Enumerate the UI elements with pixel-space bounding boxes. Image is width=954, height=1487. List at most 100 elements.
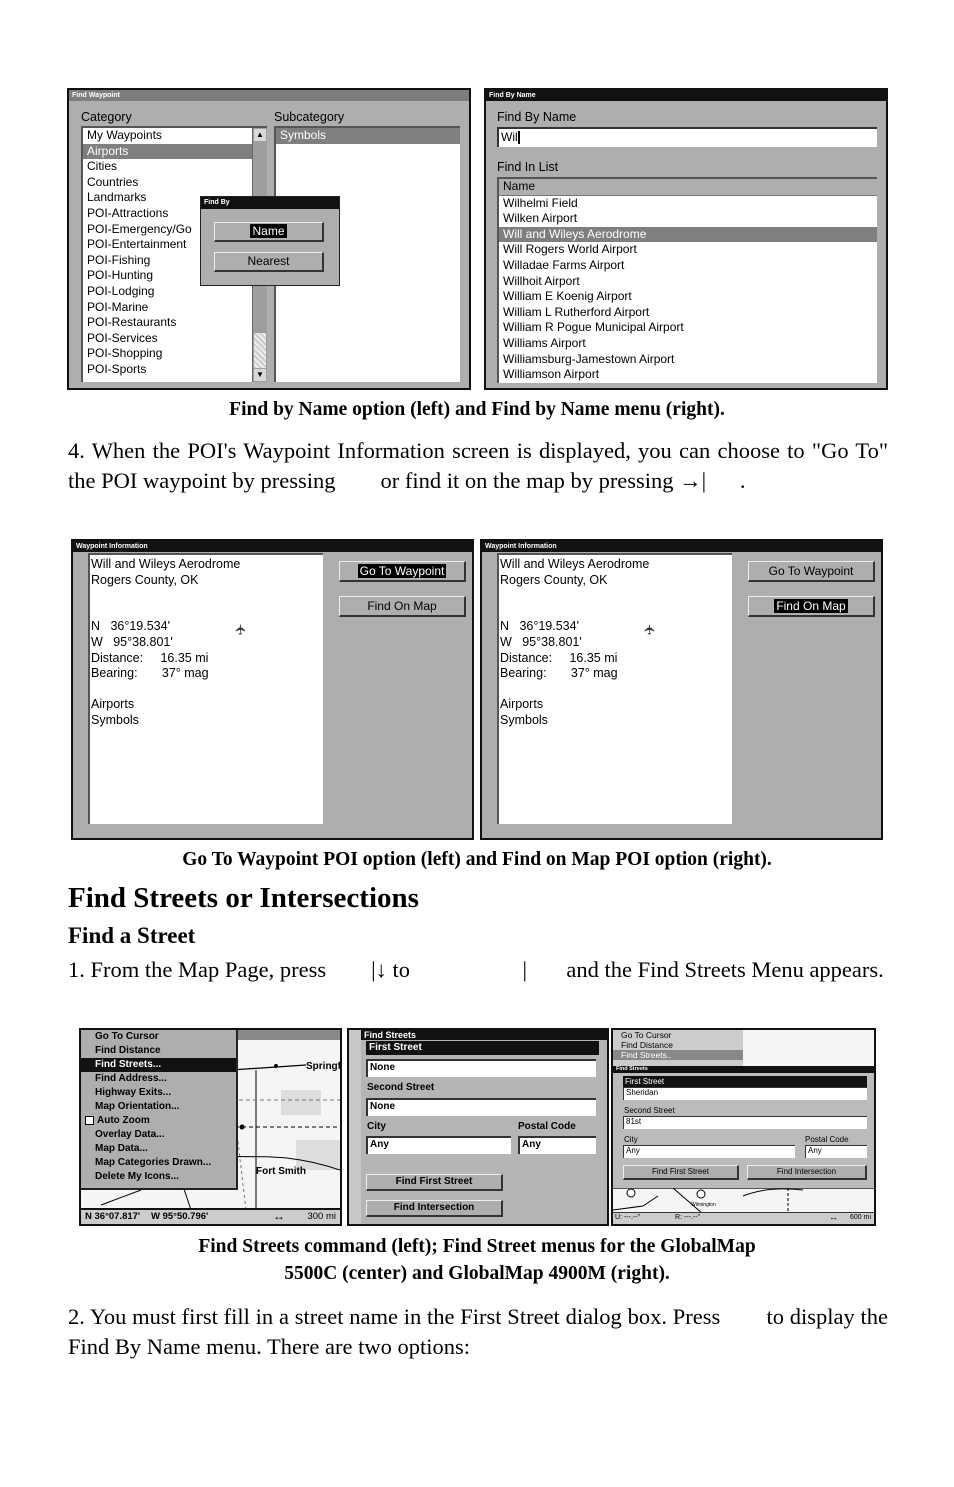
- menu-item[interactable]: Find Distance: [613, 1040, 743, 1050]
- map-menu-item[interactable]: Find Distance: [81, 1044, 236, 1058]
- results-list[interactable]: Name Wilhelmi Field Wilken Airport Will an…: [497, 177, 877, 383]
- map-menu-item[interactable]: Map Orientation...: [81, 1100, 236, 1114]
- find-by-name-button[interactable]: Name: [214, 222, 324, 242]
- find-by-dialog: Find By Name Nearest: [200, 196, 340, 286]
- map-menu-item[interactable]: Auto Zoom: [81, 1114, 236, 1128]
- dialog-title: Find By: [201, 197, 339, 209]
- waypoint-name: Will and Wileys Aerodrome: [500, 557, 650, 571]
- find-in-list-label: Find In List: [497, 160, 559, 174]
- find-by-nearest-button[interactable]: Nearest: [214, 252, 324, 272]
- paragraph-step-2: 2. You must first fill in a street name …: [68, 1304, 894, 1359]
- category-item[interactable]: My Waypoints: [83, 128, 257, 144]
- menu-item-label: Auto Zoom: [97, 1115, 150, 1126]
- map-context-menu: Go To Cursor Find Distance Find Streets...…: [81, 1030, 238, 1190]
- category-item[interactable]: POI-Lodging: [83, 284, 257, 300]
- map-menu-item[interactable]: Find Streets...: [81, 1058, 236, 1072]
- result-item[interactable]: Will and Wileys Aerodrome: [499, 226, 877, 243]
- button-label: Go To Waypoint: [768, 564, 854, 578]
- map-label-wilmington: Wilmington: [691, 1202, 716, 1208]
- category-item[interactable]: Countries: [83, 175, 257, 191]
- scroll-up-arrow-icon[interactable]: ▲: [254, 129, 266, 141]
- go-to-waypoint-button[interactable]: Go To Waypoint: [748, 561, 875, 582]
- second-street-input[interactable]: None: [366, 1098, 596, 1116]
- result-item[interactable]: William L Rutherford Airport: [499, 305, 877, 321]
- city-input[interactable]: Any: [623, 1145, 795, 1158]
- postal-code-label: Postal Code: [518, 1121, 576, 1132]
- figure-caption-2: Go To Waypoint POI option (left) and Fin…: [182, 849, 772, 870]
- first-street-input[interactable]: None: [366, 1059, 596, 1077]
- category-item[interactable]: Cities: [83, 159, 257, 175]
- column-header[interactable]: Name: [499, 179, 877, 196]
- result-item[interactable]: Willhoit Airport: [499, 274, 877, 290]
- postal-code-input[interactable]: Any: [805, 1145, 867, 1158]
- result-item[interactable]: Williams Airport: [499, 336, 877, 352]
- result-item[interactable]: William E Koenig Airport: [499, 289, 877, 305]
- button-label: Find On Map: [774, 599, 848, 613]
- find-by-name-label: Find By Name: [497, 110, 577, 124]
- city-input[interactable]: Any: [366, 1136, 511, 1154]
- map-menu-item[interactable]: Go To Cursor: [81, 1030, 236, 1044]
- first-street-input[interactable]: Sheridan: [623, 1087, 867, 1100]
- find-first-street-button[interactable]: Find First Street: [623, 1165, 739, 1180]
- first-street-label: First Street: [623, 1076, 867, 1087]
- scroll-down-arrow-icon[interactable]: ▼: [254, 369, 266, 381]
- postal-code-input[interactable]: Any: [518, 1136, 596, 1154]
- category-item[interactable]: POI-Services: [83, 331, 257, 347]
- distance: Distance: 16.35 mi: [91, 650, 209, 665]
- waypoint-details: Will and Wileys Aerodrome Rogers County, …: [88, 553, 323, 824]
- window-title: Waypoint Information: [73, 541, 472, 552]
- find-on-map-button[interactable]: Find On Map: [748, 596, 875, 617]
- text-cursor: [517, 131, 520, 145]
- dialog-title: Find Streets: [613, 1066, 874, 1073]
- category-item[interactable]: Airports: [83, 143, 257, 160]
- second-street-label: Second Street: [624, 1106, 675, 1115]
- waypoint-location: Rogers County, OK: [500, 572, 608, 587]
- result-item[interactable]: Williamsburg-Jamestown Airport: [499, 352, 877, 368]
- waypoint-subcategory: Symbols: [91, 712, 139, 727]
- map-menu-item[interactable]: Map Data...: [81, 1142, 236, 1156]
- find-on-map-button[interactable]: Find On Map: [339, 596, 466, 617]
- menu-item[interactable]: Go To Cursor: [613, 1030, 743, 1040]
- scale-value: 600 mi: [849, 1214, 871, 1221]
- result-item[interactable]: Wilhelmi Field: [499, 196, 877, 212]
- second-street-input[interactable]: 81st: [623, 1116, 867, 1129]
- menu-item-selected[interactable]: Find Streets..: [613, 1050, 743, 1060]
- postal-code-label: Postal Code: [805, 1135, 849, 1144]
- category-item[interactable]: POI-Restaurants: [83, 315, 257, 331]
- result-item[interactable]: Wilken Airport: [499, 211, 877, 227]
- result-item[interactable]: William R Pogue Municipal Airport: [499, 320, 877, 336]
- scale-arrow-icon: ↔: [829, 1212, 838, 1222]
- go-to-waypoint-button[interactable]: Go To Waypoint: [339, 561, 466, 582]
- category-item[interactable]: POI-Shopping: [83, 346, 257, 362]
- waypoint-name: Will and Wileys Aerodrome: [91, 557, 241, 571]
- waypoint-category: Airports: [500, 697, 544, 712]
- longitude: W 95°38.801': [91, 634, 173, 649]
- result-item[interactable]: Will Rogers World Airport: [499, 242, 877, 258]
- figure-caption-3-line-2: 5500C (center) and GlobalMap 4900M (righ…: [284, 1263, 670, 1284]
- result-item[interactable]: Willadae Farms Airport: [499, 258, 877, 274]
- window-title: Waypoint Information: [482, 541, 881, 552]
- result-item[interactable]: Williamson Airport: [499, 367, 877, 383]
- map-label-springfield: Springf: [306, 1061, 340, 1072]
- category-item[interactable]: POI-Marine: [83, 300, 257, 316]
- scroll-thumb[interactable]: [254, 333, 266, 368]
- find-intersection-button[interactable]: Find Intersection: [366, 1200, 503, 1217]
- category-item[interactable]: POI-Sports: [83, 362, 257, 378]
- find-intersection-button[interactable]: Find Intersection: [747, 1165, 867, 1180]
- button-label: Go To Waypoint: [357, 564, 447, 578]
- map-menu-item[interactable]: Map Categories Drawn...: [81, 1156, 236, 1170]
- subcategory-item[interactable]: Symbols: [276, 128, 460, 144]
- map-menu-item[interactable]: Find Address...: [81, 1072, 236, 1086]
- status-bar: N 36°07.817' W 95°50.796' ↔ 300 mi: [81, 1208, 340, 1224]
- map-menu-item[interactable]: Highway Exits...: [81, 1086, 236, 1100]
- map-menu-item[interactable]: Overlay Data...: [81, 1128, 236, 1142]
- name-search-input[interactable]: Wil: [497, 127, 877, 147]
- find-first-street-button[interactable]: Find First Street: [366, 1174, 503, 1191]
- status-u: U: ---.--": [615, 1214, 641, 1221]
- map-label-fort-smith: Fort Smith: [256, 1166, 306, 1177]
- status-bar: U: ---.--" R: ---.--" ↔ 600 mi: [613, 1212, 874, 1224]
- checkbox-icon[interactable]: [85, 1115, 94, 1125]
- map-menu-item[interactable]: Delete My Icons...: [81, 1170, 236, 1184]
